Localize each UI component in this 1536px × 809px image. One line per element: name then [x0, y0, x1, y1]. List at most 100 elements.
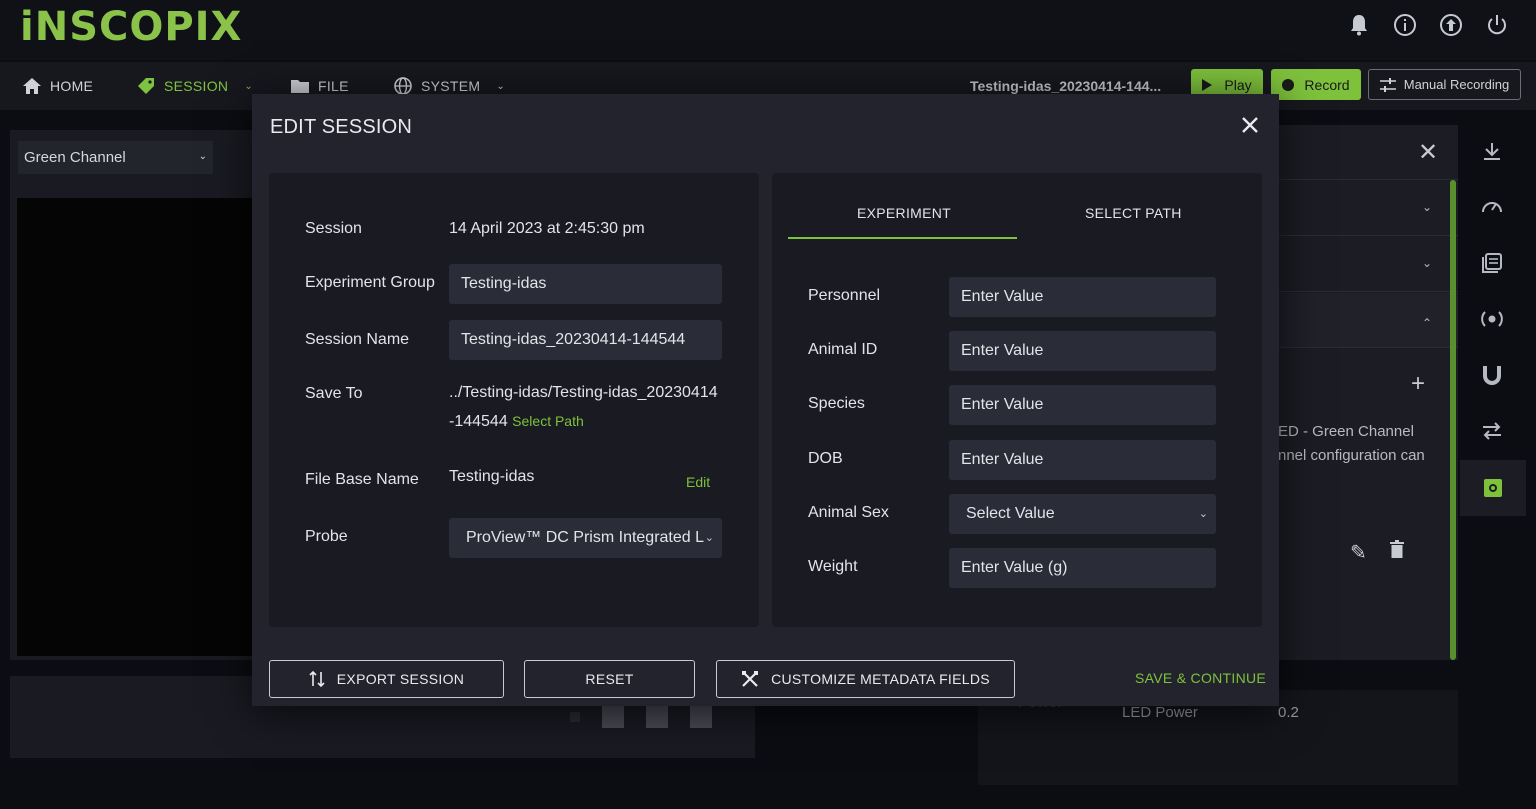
chevron-up-icon[interactable]: ⌃ — [1422, 316, 1432, 330]
layout-three-icon[interactable] — [646, 706, 668, 728]
file-base-name-label: File Base Name — [305, 471, 419, 488]
dob-field[interactable]: Enter Value — [949, 440, 1216, 480]
led-power-label: LED Power — [1122, 704, 1198, 721]
tag-icon — [138, 78, 154, 94]
play-icon — [1202, 78, 1213, 91]
panel-scrollbar[interactable] — [1450, 180, 1456, 660]
channel-tools: ✎ — [1350, 540, 1405, 565]
customize-metadata-button[interactable]: CUSTOMIZE METADATA FIELDS — [716, 660, 1015, 698]
personnel-placeholder: Enter Value — [961, 288, 1044, 305]
export-session-label: EXPORT SESSION — [336, 671, 465, 687]
record-button[interactable]: Record — [1271, 69, 1361, 100]
layout-icons — [570, 706, 712, 728]
nav-home-label: HOME — [50, 78, 94, 94]
trash-icon[interactable] — [1389, 540, 1405, 565]
settings-tab-icon[interactable] — [1460, 460, 1526, 516]
nav-file-label: FILE — [318, 78, 349, 94]
channel-select-value: Green Channel — [24, 149, 126, 166]
layout-split-icon[interactable] — [602, 706, 624, 728]
manual-recording-label: Manual Recording — [1403, 77, 1510, 92]
file-base-name-value: Testing-idas — [449, 468, 535, 485]
add-icon[interactable]: + — [1411, 370, 1425, 398]
layout-single-icon[interactable] — [570, 712, 580, 722]
save-path-suffix: -144544 — [449, 413, 508, 430]
personnel-label: Personnel — [808, 287, 881, 304]
top-bar: iNSCOPIX — [0, 0, 1536, 60]
select-path-link[interactable]: Select Path — [512, 413, 584, 429]
dialog-title: EDIT SESSION — [270, 116, 413, 138]
save-path-line: ../Testing-idas/Testing-idas_20230414 — [449, 384, 718, 401]
manual-recording-button[interactable]: Manual Recording — [1368, 69, 1521, 100]
nav-system[interactable]: SYSTEM ⌄ — [393, 76, 505, 96]
probe-select[interactable]: ProView™ DC Prism Integrated L ⌄ — [449, 518, 722, 558]
globe-icon — [394, 77, 412, 95]
app-window: iNSCOPIX HOME SESSION ⌄ FILE SYSTEM ⌄ Te… — [0, 0, 1536, 809]
reset-button[interactable]: RESET — [524, 660, 695, 698]
library-icon[interactable] — [1478, 249, 1506, 277]
record-button-label: Record — [1304, 76, 1350, 93]
session-label: Session — [305, 220, 362, 237]
animal-id-field[interactable]: Enter Value — [949, 331, 1216, 371]
probe-value: ProView™ DC Prism Integrated L — [466, 529, 705, 546]
animal-sex-label: Animal Sex — [808, 504, 889, 521]
layout-grid-icon[interactable] — [690, 706, 712, 728]
folder-icon — [291, 80, 309, 93]
current-session-title: Testing-idas_20230414-144... — [970, 78, 1162, 94]
power-icon[interactable] — [1484, 12, 1510, 38]
channel-description: ED - Green Channel nnel configuration ca… — [1278, 420, 1453, 468]
chevron-down-icon[interactable]: ⌄ — [1422, 200, 1432, 214]
focus-icon[interactable] — [1478, 137, 1506, 165]
channel-description-line: nnel configuration can — [1278, 447, 1425, 464]
species-field[interactable]: Enter Value — [949, 385, 1216, 425]
info-icon[interactable] — [1392, 12, 1418, 38]
tab-experiment[interactable]: EXPERIMENT — [857, 205, 951, 221]
nav-system-label: SYSTEM — [421, 78, 481, 94]
session-value: 14 April 2023 at 2:45:30 pm — [449, 220, 645, 237]
save-continue-button[interactable]: SAVE & CONTINUE — [1135, 670, 1266, 686]
dob-label: DOB — [808, 450, 843, 467]
save-path-line2: -144544 Select Path — [449, 407, 729, 436]
chevron-down-icon[interactable]: ⌄ — [1422, 256, 1432, 270]
chevron-down-icon: ⌄ — [244, 80, 254, 92]
inscopix-logo: iNSCOPIX — [20, 4, 242, 50]
session-name-value: Testing-idas_20230414-144544 — [461, 331, 686, 348]
edit-session-dialog: EDIT SESSION Session 14 April 2023 at 2:… — [252, 94, 1279, 706]
close-icon[interactable]: ✕ — [1418, 138, 1438, 167]
nav-session-label: SESSION — [164, 78, 229, 94]
logo-text: iNSCOPIX — [20, 4, 243, 50]
pencil-icon[interactable]: ✎ — [1350, 540, 1367, 565]
customize-metadata-label: CUSTOMIZE METADATA FIELDS — [771, 671, 990, 687]
gauge-icon[interactable] — [1478, 193, 1506, 221]
nav-file[interactable]: FILE — [290, 76, 349, 96]
side-rail — [1460, 125, 1526, 525]
broadcast-icon[interactable] — [1478, 305, 1506, 333]
animal-sex-select[interactable]: Select Value ⌄ — [949, 494, 1216, 534]
tab-select-path[interactable]: SELECT PATH — [1085, 205, 1182, 221]
chevron-down-icon: ⌄ — [198, 151, 207, 162]
animal-id-label: Animal ID — [808, 341, 878, 358]
metadata-card: EXPERIMENT SELECT PATH Personnel Enter V… — [772, 173, 1262, 627]
nav-session[interactable]: SESSION ⌄ — [136, 76, 253, 96]
edit-base-name-link[interactable]: Edit — [686, 474, 710, 490]
weight-label: Weight — [808, 558, 858, 575]
animal-id-placeholder: Enter Value — [961, 342, 1044, 359]
experiment-group-field[interactable]: Testing-idas — [449, 264, 722, 304]
home-icon — [23, 78, 41, 94]
export-session-button[interactable]: EXPORT SESSION — [269, 660, 504, 698]
weight-field[interactable]: Enter Value (g) — [949, 548, 1216, 588]
upload-icon[interactable] — [1438, 12, 1464, 38]
magnet-icon[interactable] — [1478, 361, 1506, 389]
session-name-field[interactable]: Testing-idas_20230414-144544 — [449, 320, 722, 360]
chevron-down-icon: ⌄ — [704, 532, 714, 544]
bell-icon[interactable] — [1346, 12, 1372, 38]
experiment-group-value: Testing-idas — [461, 275, 547, 292]
close-icon[interactable] — [1239, 114, 1261, 136]
nav-home[interactable]: HOME — [22, 76, 93, 96]
animal-sex-placeholder: Select Value — [966, 505, 1055, 522]
tools-icon — [742, 671, 759, 687]
record-icon — [1282, 78, 1295, 91]
channel-select[interactable]: Green Channel ⌄ — [18, 141, 213, 174]
session-name-label: Session Name — [305, 331, 410, 348]
swap-icon[interactable] — [1478, 417, 1506, 445]
personnel-field[interactable]: Enter Value — [949, 277, 1216, 317]
